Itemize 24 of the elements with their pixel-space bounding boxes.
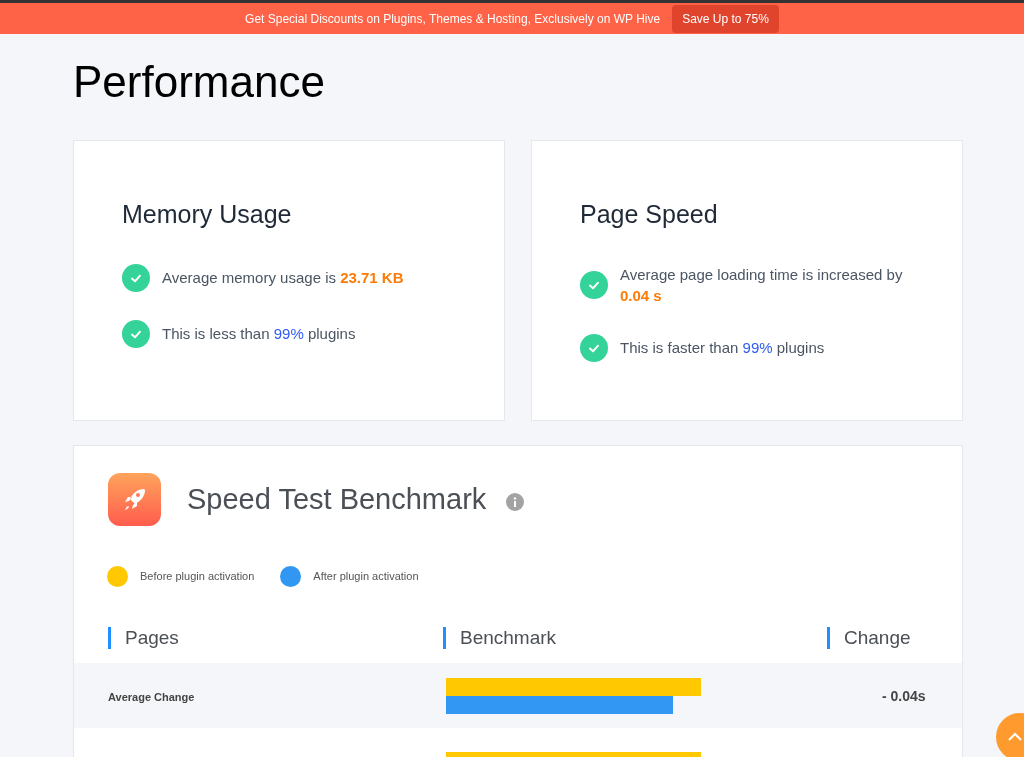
check-icon <box>580 270 608 299</box>
stat-text: Average page loading time is increased by 0.04 s <box>620 264 904 306</box>
change-value: - 0.04s <box>882 687 926 704</box>
stat-text: This is faster than 99% plugins <box>620 338 825 358</box>
check-icon <box>580 333 608 362</box>
check-icon <box>122 319 150 348</box>
card-title: Page Speed <box>580 199 719 230</box>
stat-text: This is less than 99% plugins <box>162 324 356 344</box>
rocket-icon <box>108 473 161 526</box>
section-title: Speed Test Benchmark <box>187 481 487 517</box>
column-header: Pages <box>108 627 179 649</box>
info-icon <box>506 492 525 511</box>
page-name: Average Change <box>108 690 195 703</box>
legend-label: Before plugin activation <box>140 569 255 585</box>
page-title: Performance <box>73 56 326 108</box>
legend-label: After plugin activation <box>313 569 419 585</box>
banner-text: Get Special Discounts on Plugins, Themes & Hosting, Exclusively on WP Hive <box>245 10 661 28</box>
check-icon <box>122 263 150 292</box>
card-title: Memory Usage <box>122 199 293 230</box>
discount-button[interactable]: Save Up to 75% <box>672 4 779 33</box>
column-header: Change <box>827 627 911 649</box>
column-header: Benchmark <box>443 627 557 649</box>
chevron-up-icon <box>1008 732 1022 742</box>
stat-text: Average memory usage is 23.71 KB <box>162 268 404 288</box>
